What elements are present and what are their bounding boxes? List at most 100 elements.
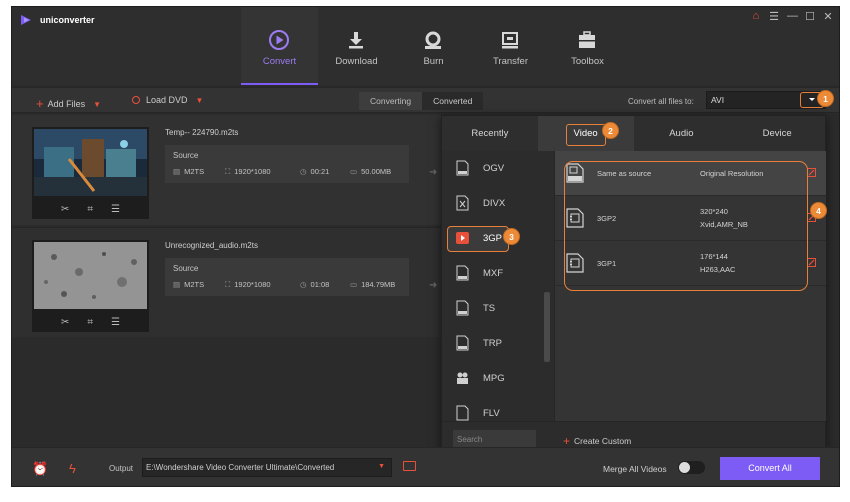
format-text: M2TS <box>184 167 205 176</box>
menu-icon[interactable]: ☰ <box>769 10 779 23</box>
tab-download-label: Download <box>335 56 378 67</box>
source-info: Source ▤ M2TS ⛶ 1920*1080 ◷ 00:21 ▭ 50.00MB <box>165 145 409 183</box>
tab-toolbox-label: Toolbox <box>571 56 604 67</box>
folder-icon: ▭ <box>350 280 358 289</box>
file-name: Temp-- 224790.m2ts <box>165 128 239 137</box>
tab-audio[interactable]: Audio <box>634 116 730 151</box>
folder-icon: ▭ <box>350 167 358 176</box>
trim-icon[interactable]: ✂ <box>61 204 69 215</box>
maximize-icon[interactable]: ☐ <box>805 10 815 23</box>
convert-all-button[interactable]: Convert All <box>720 457 820 480</box>
trim-icon[interactable]: ✂ <box>61 317 69 328</box>
callout-badge: 1 <box>817 90 834 107</box>
format-item-mpg[interactable]: MPG <box>442 361 542 396</box>
camera-icon <box>457 372 468 384</box>
add-icon: + <box>563 434 571 448</box>
clock-icon: ◷ <box>300 167 307 176</box>
tab-transfer-label: Transfer <box>492 56 529 67</box>
chevron-down-icon[interactable]: ▼ <box>93 100 101 109</box>
file-icon <box>456 405 469 421</box>
create-custom-button[interactable]: + Create Custom <box>563 433 632 448</box>
format-list: OGV DIVX 3GP MXF TS TRP MPG FLV <box>442 151 554 421</box>
scrollbar-thumb[interactable] <box>544 292 550 362</box>
tab-burn[interactable]: Burn <box>395 7 472 85</box>
window-controls: ⌂ ☰ — ☐ ✕ <box>751 10 833 23</box>
download-icon <box>349 32 363 49</box>
lightning-icon[interactable]: ϟ <box>69 461 76 476</box>
format-item-ogv[interactable]: OGV <box>442 151 542 186</box>
format-item-flv[interactable]: FLV <box>442 396 542 421</box>
convert-all-select[interactable]: AVI <box>706 91 826 109</box>
duration-text: 01:08 <box>310 280 330 289</box>
gift-icon[interactable]: ⌂ <box>751 10 761 23</box>
file-row[interactable]: ✂ ⌗ ☰ Unrecognized_audio.m2ts Source ▤ M2… <box>12 227 444 337</box>
tab-toolbox[interactable]: Toolbox <box>549 7 626 85</box>
tab-video[interactable]: Video <box>537 116 634 151</box>
clock-icon: ◷ <box>300 280 307 289</box>
edit-icon[interactable] <box>807 168 816 177</box>
resolution-text: 1920*1080 <box>234 167 271 176</box>
effects-icon[interactable]: ☰ <box>111 317 120 328</box>
footer-bar: ⏰ ϟ Output E:\Wondershare Video Converte… <box>12 447 839 486</box>
chevron-down-icon[interactable]: ▼ <box>196 96 204 105</box>
file-row[interactable]: ✂ ⌗ ☰ Temp-- 224790.m2ts Source ▤ M2TS ⛶ 1… <box>12 115 444 225</box>
dvd-icon <box>132 96 140 104</box>
film-icon: ▤ <box>173 167 181 176</box>
crop-icon[interactable]: ⌗ <box>87 204 93 215</box>
resolution-value: ⛶ 1920*1080 <box>225 280 271 290</box>
format-item-mxf[interactable]: MXF <box>442 256 542 291</box>
minimize-icon[interactable]: — <box>787 10 798 23</box>
merge-toggle[interactable] <box>678 461 705 474</box>
edit-icon[interactable] <box>807 258 816 267</box>
load-dvd-button[interactable]: Load DVD ▼ <box>132 95 203 105</box>
file-icon <box>456 160 469 176</box>
status-tabs: Converting Converted <box>359 92 484 110</box>
format-label: MPG <box>483 373 505 384</box>
add-files-button[interactable]: + Add Files ▼ <box>36 95 101 111</box>
header-bar: uniconverter ⌂ ☰ — ☐ ✕ Convert Download … <box>12 7 839 85</box>
callout-badge: 2 <box>602 122 619 139</box>
format-item-3gp[interactable]: 3GP <box>442 221 542 256</box>
tab-burn-label: Burn <box>423 56 444 67</box>
video-thumbnail[interactable]: ✂ ⌗ ☰ <box>32 240 149 332</box>
format-text: M2TS <box>184 280 205 289</box>
chevron-down-icon[interactable]: ▼ <box>378 463 385 470</box>
format-item-divx[interactable]: DIVX <box>442 186 542 221</box>
create-custom-label: Create Custom <box>574 436 632 446</box>
size-value: ▭ 50.00MB <box>350 167 391 176</box>
format-label: TRP <box>483 338 502 349</box>
alarm-clock-icon[interactable]: ⏰ <box>32 461 48 477</box>
format-item-ts[interactable]: TS <box>442 291 542 326</box>
format-value: ▤ M2TS <box>173 280 204 289</box>
crop-icon[interactable]: ⌗ <box>87 317 93 328</box>
merge-label: Merge All Videos <box>603 464 667 474</box>
format-label: DIVX <box>483 198 506 209</box>
thumbnail-image <box>34 242 147 309</box>
tab-transfer[interactable]: Transfer <box>472 7 549 85</box>
thumbnail-tools: ✂ ⌗ ☰ <box>32 317 149 328</box>
format-scrollbar[interactable] <box>542 151 553 421</box>
video-thumbnail[interactable]: ✂ ⌗ ☰ <box>32 127 149 219</box>
toggle-knob <box>679 462 690 473</box>
transfer-icon <box>502 32 518 49</box>
output-path-select[interactable]: E:\Wondershare Video Converter Ultimate\… <box>142 458 392 477</box>
effects-icon[interactable]: ☰ <box>111 204 120 215</box>
tab-download[interactable]: Download <box>318 7 395 85</box>
format-value: ▤ M2TS <box>173 167 204 176</box>
tab-convert[interactable]: Convert <box>241 7 318 85</box>
tab-converted[interactable]: Converted <box>422 92 484 110</box>
size-text: 184.79MB <box>361 280 396 289</box>
tab-converting[interactable]: Converting <box>359 92 423 110</box>
size-text: 50.00MB <box>361 167 392 176</box>
thumbnail-tools: ✂ ⌗ ☰ <box>32 204 149 215</box>
film-icon: ▤ <box>173 280 181 289</box>
logo-icon <box>21 15 31 25</box>
tab-device[interactable]: Device <box>729 116 825 151</box>
tab-recently[interactable]: Recently <box>442 116 538 151</box>
file-icon <box>456 335 469 351</box>
close-icon[interactable]: ✕ <box>823 10 833 23</box>
format-label: MXF <box>483 268 504 279</box>
format-item-trp[interactable]: TRP <box>442 326 542 361</box>
folder-icon[interactable] <box>403 461 416 471</box>
tab-device-label: Device <box>762 128 792 139</box>
